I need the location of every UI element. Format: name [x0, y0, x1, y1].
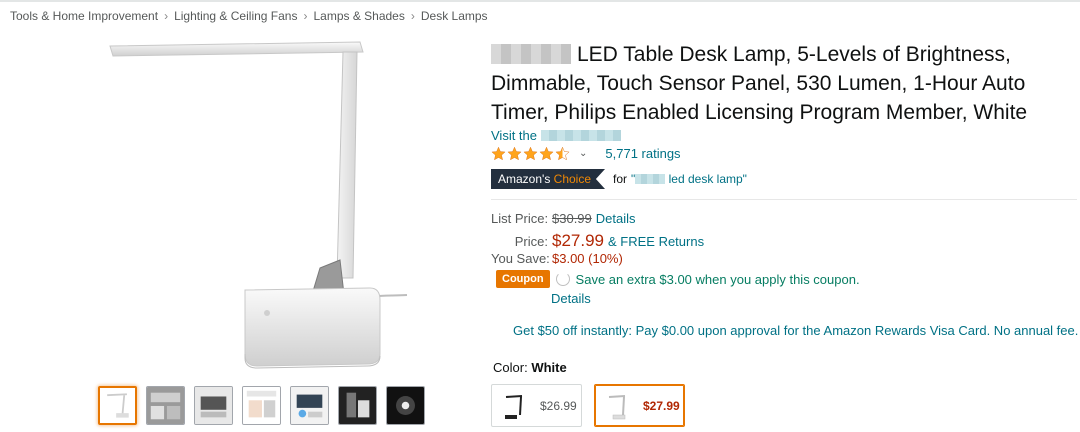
product-title: LED Table Desk Lamp, 5-Levels of Brightn…: [491, 40, 1071, 127]
color-swatches: $26.99 $27.99: [491, 384, 685, 427]
list-price-details-link[interactable]: Details: [596, 211, 636, 226]
product-title-text: LED Table Desk Lamp, 5-Levels of Brightn…: [491, 43, 1028, 124]
divider: [491, 199, 1077, 200]
ratings-count-link[interactable]: 5,771 ratings: [605, 146, 680, 161]
star-full-icon: [507, 146, 522, 161]
coupon-checkbox-spinner-icon[interactable]: [555, 272, 570, 286]
coupon-row: Coupon Save an extra $3.00 when you appl…: [496, 270, 860, 288]
top-border: [0, 0, 1080, 2]
lamp-thumbnail-icon: [100, 388, 135, 423]
coupon-badge: Coupon: [496, 270, 550, 288]
timer-thumbnail-icon: [291, 387, 328, 424]
list-price-label: List Price:: [491, 211, 549, 226]
color-value: White: [531, 360, 567, 375]
breadcrumb-lighting[interactable]: Lighting & Ceiling Fans: [174, 9, 297, 23]
price-table: List Price: $30.99 Details Price: $27.99…: [491, 211, 704, 271]
color-label-text: Color:: [493, 360, 528, 375]
desk-lamp-image: [109, 41, 408, 369]
breadcrumb-lamps[interactable]: Lamps & Shades: [313, 9, 404, 23]
thumbnail-4[interactable]: [242, 386, 281, 425]
thumbnail-7[interactable]: [386, 386, 425, 425]
thumbnail-3[interactable]: [194, 386, 233, 425]
breadcrumb: Tools & Home Improvement › Lighting & Ceil…: [10, 9, 488, 23]
star-full-icon: [523, 146, 538, 161]
white-swatch[interactable]: $27.99: [594, 384, 685, 427]
rating-row: ⌄ 5,771 ratings: [491, 146, 681, 161]
breadcrumb-separator: ›: [303, 9, 308, 23]
price-row: Price: $27.99 & FREE Returns: [491, 231, 704, 251]
color-label: Color: White: [493, 360, 567, 375]
breadcrumb-separator: ›: [164, 9, 169, 23]
redacted-brand: [491, 44, 571, 64]
you-save-row: You Save: $3.00 (10%): [491, 251, 704, 271]
black-lamp-icon: [505, 394, 523, 419]
black-swatch[interactable]: $26.99: [491, 384, 582, 427]
choice-keyword-link[interactable]: " led desk lamp": [631, 172, 747, 186]
black-swatch-price: $26.99: [540, 398, 577, 413]
badge-highlight: Choice: [553, 172, 592, 186]
touch-thumbnail-icon: [243, 387, 280, 424]
star-full-icon: [539, 146, 554, 161]
price-value: $27.99: [552, 231, 604, 250]
list-price-row: List Price: $30.99 Details: [491, 211, 704, 231]
choice-for-text: for: [613, 172, 628, 186]
price-label: Price:: [514, 234, 548, 249]
rewards-card-promo-link[interactable]: Get $50 off instantly: Pay $0.00 upon ap…: [513, 323, 1078, 338]
visit-store-link[interactable]: Visit the: [491, 128, 622, 143]
free-returns-link[interactable]: & FREE Returns: [608, 234, 704, 249]
redacted-store-name: [541, 130, 622, 141]
night-thumbnail-icon: [339, 387, 376, 424]
breadcrumb-desk-lamps[interactable]: Desk Lamps: [421, 9, 488, 23]
amazons-choice-row: Amazon's Choice for " led desk lamp": [491, 169, 747, 189]
coupon-text: Save an extra $3.00 when you apply this …: [575, 271, 860, 287]
thumbnail-1[interactable]: [98, 386, 137, 425]
star-full-icon: [491, 146, 506, 161]
breadcrumb-tools[interactable]: Tools & Home Improvement: [10, 9, 158, 23]
list-price-value: $30.99: [552, 211, 592, 226]
thumbnail-2[interactable]: [146, 386, 185, 425]
coupon-details-link[interactable]: Details: [551, 291, 591, 306]
you-save-value: $3.00 (10%): [552, 251, 623, 266]
panel-thumbnail-icon: [195, 387, 232, 424]
chevron-down-icon[interactable]: ⌄: [579, 148, 587, 159]
thumbnail-5[interactable]: [290, 386, 329, 425]
white-swatch-price: $27.99: [643, 398, 680, 413]
thumbnail-strip: [98, 386, 425, 425]
features-thumbnail-icon: [147, 387, 184, 424]
amazons-choice-badge: Amazon's Choice: [491, 169, 606, 189]
thumbnail-6[interactable]: [338, 386, 377, 425]
star-half-icon: [555, 146, 570, 161]
keyword-text: led desk lamp": [668, 172, 747, 186]
main-product-image[interactable]: [95, 38, 425, 370]
white-lamp-icon: [608, 394, 626, 419]
breadcrumb-separator: ›: [410, 9, 415, 23]
visit-store-text: Visit the: [491, 128, 538, 143]
redacted-keyword: [635, 174, 666, 184]
brightness-thumbnail-icon: [387, 387, 424, 424]
badge-prefix: Amazon's: [498, 172, 551, 186]
star-rating[interactable]: [491, 146, 571, 161]
you-save-label: You Save:: [491, 251, 550, 266]
